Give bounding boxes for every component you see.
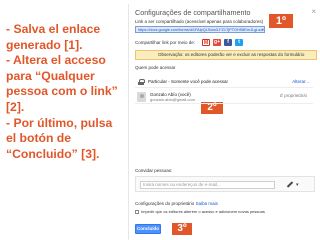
share-via-row: Compartilhar link por meio de: M g+ f t (135, 38, 244, 46)
prevent-editors-checkbox[interactable] (135, 209, 139, 214)
pencil-icon[interactable] (286, 181, 296, 189)
facebook-icon[interactable]: f (224, 38, 233, 46)
instruction-line: [2]. (6, 99, 25, 114)
lock-icon (138, 78, 145, 85)
chevron-down-icon[interactable]: ▾ (296, 181, 299, 189)
invite-people-input[interactable]: Insira nomes ou endereços de e-mail... (140, 181, 275, 189)
change-access-link[interactable]: Alterar... (292, 79, 309, 84)
google-plus-icon[interactable]: g+ (213, 38, 222, 46)
invite-people-box: Insira nomes ou endereços de e-mail... ▾ (135, 176, 315, 192)
invite-people-label: Convidar pessoas: (135, 168, 173, 173)
access-section-label: Quem pode acessar (135, 65, 176, 70)
owner-row: Gonzalo Abío (você) gonzalo.abio@gmail.c… (135, 90, 313, 104)
dialog-title: Configurações de compartilhamento (135, 8, 251, 17)
instruction-line: el botón de (6, 131, 71, 146)
learn-more-link[interactable]: Saiba mais (196, 201, 218, 206)
close-icon[interactable]: × (311, 7, 316, 16)
share-via-label: Compartilhar link por meio de: (135, 39, 196, 45)
prevent-editors-row: Impedir que os editores alterem o acesso… (135, 209, 265, 214)
instruction-line: - Salva el enlace (6, 22, 101, 36)
access-row: Particular - Somente você pode acessar A… (135, 76, 313, 88)
twitter-icon[interactable]: t (235, 38, 244, 46)
step-marker-1: 1º (269, 14, 293, 28)
instructions-text: - Salva el enlace generado [1]. - Altera… (6, 22, 128, 162)
instruction-line: “Concluido” [3]. (6, 146, 100, 161)
gmail-icon[interactable]: M (202, 38, 211, 46)
owner-settings-label: Configurações do proprietário (135, 201, 195, 206)
share-link-label: Link a ser compartilhado (acessível apen… (135, 19, 264, 24)
instruction-line: - Altera el acceso (6, 53, 106, 68)
access-value: Particular - Somente você pode acessar (148, 79, 229, 84)
instruction-line: pessoa com o link” (6, 84, 118, 99)
step-marker-3: 3º (172, 223, 192, 235)
instruction-line: generado [1]. (6, 37, 83, 52)
share-link-field[interactable]: https://docs.google.com/forms/d/1FAIpQLS… (135, 26, 265, 33)
instructions-panel: - Salva el enlace generado [1]. - Altera… (0, 0, 128, 240)
avatar (137, 92, 146, 102)
sharing-settings-dialog: Configurações de compartilhamento × Link… (128, 4, 320, 240)
instruction-line: - Por último, pulsa (6, 115, 113, 130)
done-button[interactable]: Concluído (135, 224, 161, 234)
instruction-line: para “Qualquer (6, 68, 95, 83)
owner-settings: Configurações do proprietário Saiba mais (135, 201, 218, 206)
owner-role: É proprietário (279, 93, 307, 98)
owner-email: gonzalo.abio@gmail.com (150, 97, 195, 102)
editors-notice: Observação: os editores poderão ver e ex… (135, 50, 317, 60)
prevent-editors-label: Impedir que os editores alterem o acesso… (141, 209, 265, 214)
